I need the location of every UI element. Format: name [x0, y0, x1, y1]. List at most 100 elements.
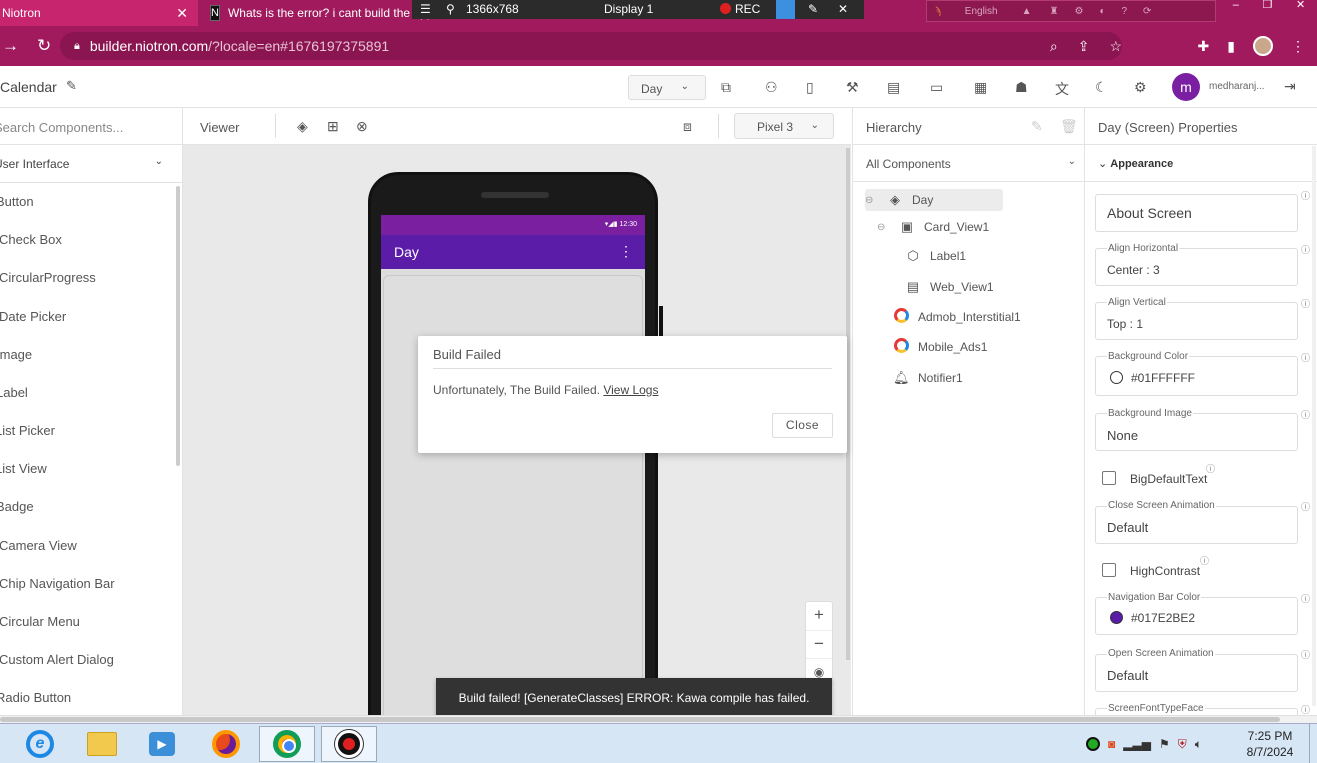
palette-item[interactable]: Badge: [0, 499, 34, 514]
help-icon[interactable]: ?: [1121, 6, 1127, 17]
edit-pencil-icon[interactable]: ✎: [66, 78, 77, 94]
firefox-button[interactable]: [198, 726, 254, 762]
pin-icon[interactable]: ⚲: [446, 2, 455, 16]
info-icon[interactable]: ⓘ: [1301, 189, 1310, 202]
build-apk-icon[interactable]: ▯: [806, 79, 814, 96]
tree-item-admob-interstitial1[interactable]: Admob_Interstitial1: [893, 306, 1021, 328]
palette-item[interactable]: Button: [0, 194, 34, 209]
internet-explorer-button[interactable]: e: [12, 726, 68, 762]
close-button[interactable]: Close: [772, 413, 833, 438]
tab-niotron[interactable]: Niotron ✕: [0, 0, 198, 26]
info-icon[interactable]: ⓘ: [1301, 500, 1310, 513]
toolbar-icon[interactable]: ▲: [1022, 6, 1032, 17]
add-screen-icon[interactable]: ⊞: [327, 118, 339, 135]
forward-icon[interactable]: →: [2, 36, 19, 56]
components-icon[interactable]: ⚇: [765, 79, 778, 96]
palette-item[interactable]: Date Picker: [0, 309, 66, 324]
info-icon[interactable]: ⓘ: [1301, 351, 1310, 364]
orientation-icon[interactable]: ⧈: [683, 118, 692, 135]
network-icon[interactable]: ▂▃▅: [1123, 737, 1151, 751]
media-player-button[interactable]: ▶: [134, 726, 190, 762]
sidebar-icon[interactable]: ▮: [1227, 38, 1235, 55]
palette-item[interactable]: Image: [0, 347, 32, 362]
info-icon[interactable]: ⓘ: [1301, 648, 1310, 661]
zoom-icon[interactable]: ⌕: [1050, 38, 1058, 55]
rename-pencil-icon[interactable]: ✎: [1031, 118, 1043, 135]
blocks-icon[interactable]: ▦: [974, 79, 987, 96]
translate-icon[interactable]: 文: [1055, 79, 1069, 99]
file-explorer-button[interactable]: [74, 726, 130, 762]
gear-icon[interactable]: ⚙: [1074, 6, 1083, 17]
user-name[interactable]: medharanj...: [1209, 81, 1265, 92]
user-avatar[interactable]: m: [1172, 73, 1200, 101]
tree-item-day[interactable]: ⊖ ◈ Day: [865, 189, 1003, 211]
tools-icon[interactable]: ⚒: [846, 79, 859, 96]
dark-mode-icon[interactable]: ☾: [1095, 79, 1108, 96]
properties-scrollbar[interactable]: [1312, 146, 1316, 706]
tray-app-icon[interactable]: ◙: [1108, 737, 1115, 751]
toolbar-icon[interactable]: ◐: [1099, 6, 1105, 17]
big-default-text-checkbox[interactable]: [1102, 471, 1116, 485]
palette-item[interactable]: List View: [0, 461, 47, 476]
toolbar-icon[interactable]: ♜: [1050, 6, 1059, 17]
info-icon[interactable]: ⓘ: [1301, 243, 1310, 256]
view-logs-link[interactable]: View Logs: [603, 383, 658, 397]
extension-icon[interactable]: ⧉: [721, 79, 731, 96]
url-field[interactable]: 🔒︎ builder.niotron.com/?locale=en#167619…: [60, 32, 1122, 60]
tree-item-web-view1[interactable]: ▤ Web_View1: [905, 276, 994, 298]
refresh-icon[interactable]: ⟳: [1143, 6, 1151, 17]
flag-icon[interactable]: ⚑: [1159, 737, 1170, 751]
navigation-bar-color-value[interactable]: #017E2BE2: [1110, 611, 1195, 625]
palette-item[interactable]: Camera View: [0, 538, 77, 553]
appearance-section[interactable]: ⌄ Appearance: [1086, 145, 1317, 182]
component-search[interactable]: Search Components...: [0, 108, 183, 145]
chrome-button[interactable]: [259, 726, 315, 762]
extensions-icon[interactable]: ✚: [1198, 38, 1210, 55]
align-vertical-value[interactable]: Top : 1: [1107, 317, 1143, 331]
palette-item[interactable]: List Picker: [0, 423, 55, 438]
pen-icon[interactable]: ✎: [808, 2, 818, 16]
palette-item[interactable]: Check Box: [0, 232, 62, 247]
zoom-in-button[interactable]: +: [806, 602, 832, 630]
close-window-icon[interactable]: ✕: [1296, 0, 1305, 12]
share-icon[interactable]: ⇪: [1078, 38, 1090, 55]
more-icon[interactable]: ⋮: [1291, 38, 1305, 55]
zoom-out-button[interactable]: −: [806, 630, 832, 658]
palette-item[interactable]: Label: [0, 385, 28, 400]
restore-icon[interactable]: ❐: [1263, 0, 1273, 12]
tab-community[interactable]: N Whats is the error? i cant build the a…: [204, 0, 430, 26]
hierarchy-filter[interactable]: All Components ⌄: [853, 145, 1086, 182]
layers-icon[interactable]: ◈: [297, 118, 308, 135]
folder-icon[interactable]: ▭: [930, 79, 943, 96]
close-icon[interactable]: ✕: [838, 2, 848, 16]
reload-icon[interactable]: ↻: [37, 36, 51, 56]
volume-icon[interactable]: 🔈︎: [1195, 737, 1202, 752]
menu-icon[interactable]: ☰: [420, 2, 431, 16]
palette-item[interactable]: Radio Button: [0, 690, 71, 705]
delete-icon[interactable]: 🗑︎: [1060, 118, 1078, 135]
align-horizontal-value[interactable]: Center : 3: [1107, 263, 1160, 277]
palette-item[interactable]: Circular Menu: [0, 614, 80, 629]
palette-item[interactable]: CircularProgress: [0, 270, 96, 285]
open-screen-animation-value[interactable]: Default: [1107, 668, 1148, 683]
android-icon[interactable]: ☗: [1015, 79, 1028, 96]
logout-icon[interactable]: ⇥: [1284, 78, 1296, 95]
remove-screen-icon[interactable]: ⊗: [356, 118, 368, 135]
background-image-value[interactable]: None: [1107, 428, 1138, 443]
info-icon[interactable]: ⓘ: [1301, 297, 1310, 310]
clock[interactable]: 7:25 PM 8/7/2024: [1240, 728, 1300, 760]
recorder-button[interactable]: [321, 726, 377, 762]
collapse-icon[interactable]: ⊖: [865, 195, 877, 206]
info-icon[interactable]: ⓘ: [1206, 462, 1215, 475]
gear-icon[interactable]: ⚙: [1134, 79, 1147, 96]
palette-item[interactable]: Chip Navigation Bar: [0, 576, 115, 591]
high-contrast-checkbox[interactable]: [1102, 563, 1116, 577]
security-icon[interactable]: ⛨: [1178, 737, 1187, 752]
category-dropdown[interactable]: User Interface ⌄: [0, 145, 183, 183]
close-screen-animation-value[interactable]: Default: [1107, 520, 1148, 535]
book-icon[interactable]: ▤: [887, 79, 900, 96]
show-desktop-button[interactable]: [1309, 724, 1317, 763]
rec-button[interactable]: REC: [720, 2, 760, 16]
palette-item[interactable]: Custom Alert Dialog: [0, 652, 114, 667]
profile-avatar[interactable]: [1253, 36, 1273, 56]
